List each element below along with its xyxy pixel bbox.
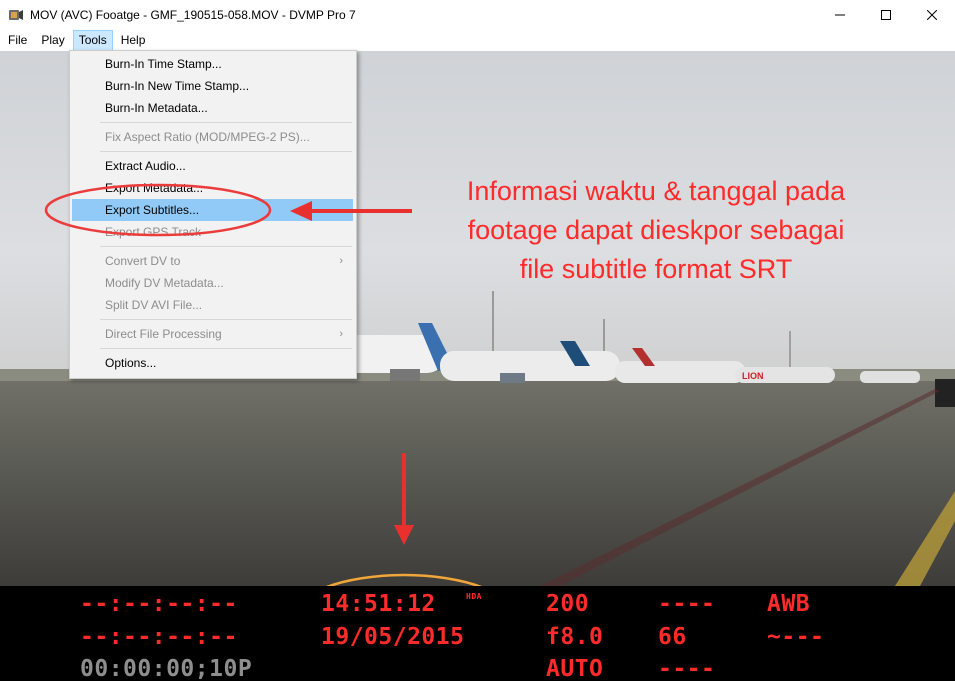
record-time: 14:51:12 [321,591,436,617]
annotation-line: Informasi waktu & tanggal pada [466,176,846,206]
timecode-1: --:--:--:-- [80,591,238,617]
annotation-line: footage dapat dieskpor sebagai [467,215,845,245]
exposure-mode: AUTO [546,656,604,682]
annotation-text: Informasi waktu & tanggal pada footage d… [410,172,902,289]
annotation-line: file subtitle format SRT [519,254,793,284]
focus-value: 66 [658,624,687,650]
aperture-value: f8.0 [546,624,604,650]
timecode-2: --:--:--:-- [80,624,238,650]
annotation-overlay [44,183,519,665]
aux-value: ---- [658,656,716,682]
data-code-panel: --:--:--:-- --:--:--:-- 00:00:00;10P 14:… [0,586,955,682]
white-balance: AWB [767,591,811,617]
timecode-3: 00:00:00;10P [80,656,253,682]
shutter-value: 200 [546,591,590,617]
time-flag: HDA [466,592,482,601]
gain-value: ---- [658,591,716,617]
stabilizer-value: ~--- [767,624,825,650]
record-date: 19/05/2015 [321,624,465,650]
